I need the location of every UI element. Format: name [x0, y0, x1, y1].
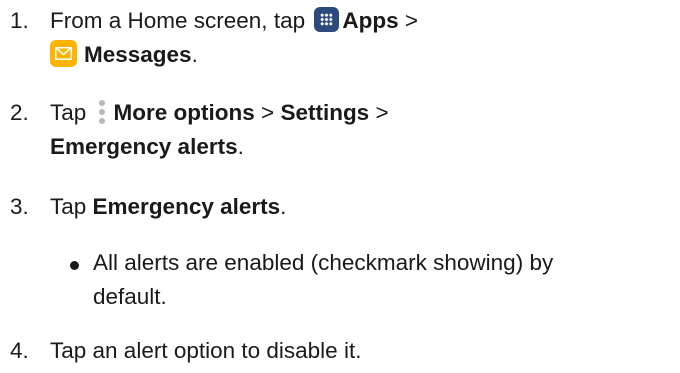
messages-icon [50, 40, 77, 67]
apps-label: Apps [342, 8, 399, 33]
step-line: Tap Emergency alerts. [50, 190, 665, 224]
step-number: 4. [10, 338, 29, 363]
separator: > [369, 100, 389, 125]
more-options-icon [98, 100, 106, 124]
emergency-alerts-label: Emergency alerts [92, 194, 281, 219]
step-text: Tap an alert option to disable it. [50, 334, 665, 368]
step-line: Tap an alert option to disable it. [50, 338, 362, 363]
bullet-line: default. [93, 284, 167, 309]
step-text-segment: Tap [50, 194, 93, 219]
apps-icon [314, 7, 340, 32]
separator: > [398, 8, 418, 33]
step-line: Tap More options > Settings > [50, 96, 665, 130]
bullet-text: All alerts are enabled (checkmark showin… [93, 246, 673, 314]
messages-label: Messages [84, 42, 192, 67]
emergency-alerts-label: Emergency alerts [50, 134, 238, 159]
punctuation: . [280, 194, 287, 219]
instruction-document: 1. From a Home screen, tap Apps > Messag… [0, 0, 680, 373]
settings-label: Settings [280, 100, 370, 125]
step-line: Messages. [50, 38, 665, 72]
bullet-line: All alerts are enabled (checkmark showin… [93, 250, 554, 275]
bullet-dot [70, 261, 79, 270]
step-text-segment: From a Home screen, tap [50, 8, 312, 33]
step-line: Emergency alerts. [50, 130, 665, 164]
step-number: 3. [10, 194, 29, 219]
step-line: From a Home screen, tap Apps > [50, 4, 665, 38]
separator: > [254, 100, 281, 125]
step-text-segment: Tap [50, 100, 93, 125]
step-text: From a Home screen, tap Apps > Messages. [50, 4, 665, 72]
step-number: 2. [10, 100, 29, 125]
step-number: 1. [10, 8, 29, 33]
more-options-label: More options [113, 100, 255, 125]
punctuation: . [191, 42, 198, 67]
punctuation: . [237, 134, 244, 159]
step-text: Tap Emergency alerts. [50, 190, 665, 224]
step-text: Tap More options > Settings > Emergency … [50, 96, 665, 164]
